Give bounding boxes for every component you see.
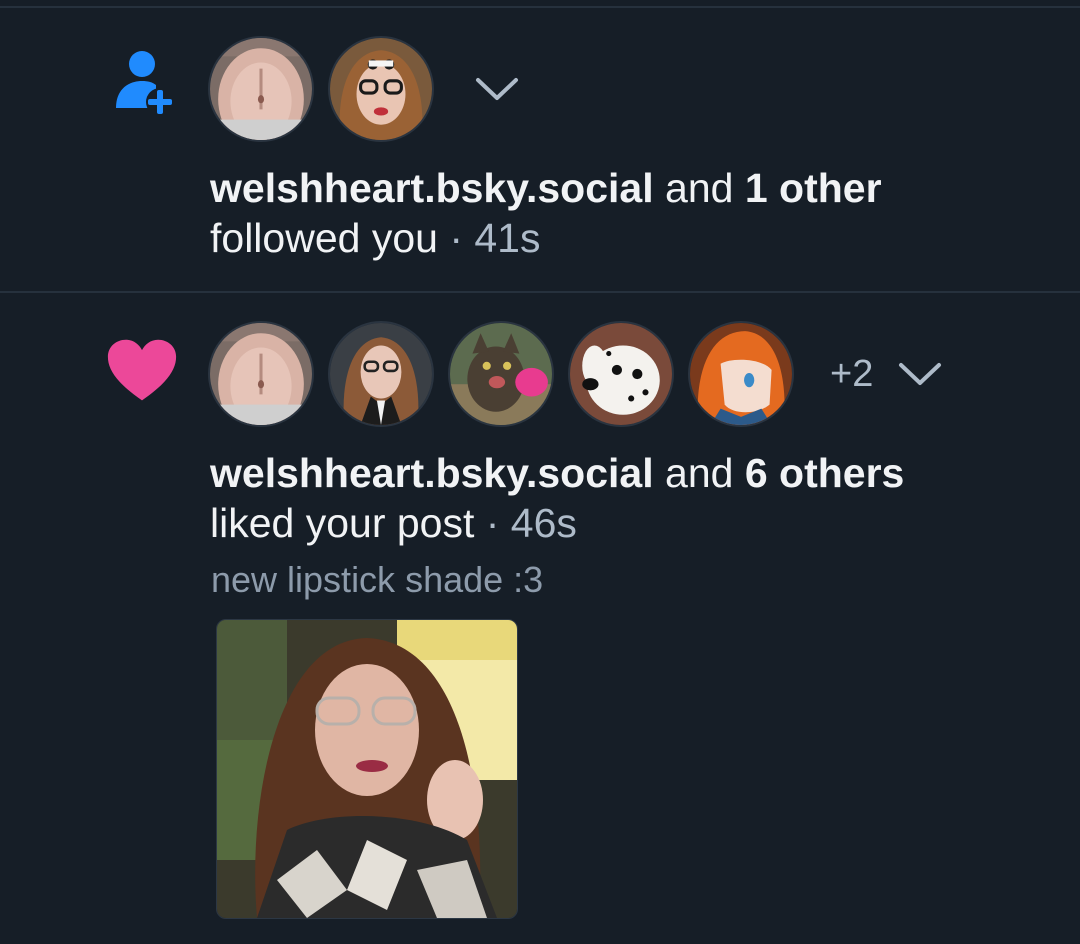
notification-like[interactable]: +2 welshheart.bsky.social and 6 others l… [0, 293, 1080, 944]
avatar-glasses-user[interactable] [328, 36, 434, 142]
timestamp: 41s [474, 215, 541, 261]
heart-icon [106, 335, 178, 407]
follower-avatars [208, 36, 520, 142]
author-handle[interactable]: welshheart.bsky.social [210, 450, 654, 496]
connector-text: and [653, 450, 745, 496]
notification-follow[interactable]: welshheart.bsky.social and 1 other follo… [0, 8, 1080, 293]
top-divider [0, 0, 1080, 8]
post-snippet[interactable]: new lipstick shade :3 [211, 559, 543, 601]
more-likers-count[interactable]: +2 [830, 321, 873, 427]
connector-text: and [653, 165, 745, 211]
avatar-welshheart[interactable] [208, 321, 314, 427]
notification-action: liked your post · 46s [210, 499, 577, 547]
avatar-redhead-glasses[interactable] [328, 321, 434, 427]
notification-headline: welshheart.bsky.social and 1 other [210, 164, 882, 212]
chevron-down-icon[interactable] [474, 66, 520, 112]
notification-headline: welshheart.bsky.social and 6 others [210, 449, 904, 497]
avatar-dalmatian[interactable] [568, 321, 674, 427]
person-add-icon [108, 48, 180, 120]
author-handle[interactable]: welshheart.bsky.social [210, 165, 654, 211]
others-count[interactable]: 6 others [745, 450, 905, 496]
avatar-cat[interactable] [448, 321, 554, 427]
avatar-anime-girl[interactable] [688, 321, 794, 427]
notification-action: followed you · 41s [210, 214, 540, 262]
action-text: liked your post [210, 500, 475, 546]
avatar-welshheart[interactable] [208, 36, 314, 142]
timestamp: 46s [510, 500, 577, 546]
liker-avatars: +2 [208, 321, 943, 427]
chevron-down-icon[interactable] [897, 351, 943, 397]
others-count[interactable]: 1 other [745, 165, 882, 211]
post-image[interactable] [216, 619, 518, 919]
action-text: followed you [210, 215, 438, 261]
separator: · [437, 215, 475, 261]
separator: · [474, 500, 511, 546]
